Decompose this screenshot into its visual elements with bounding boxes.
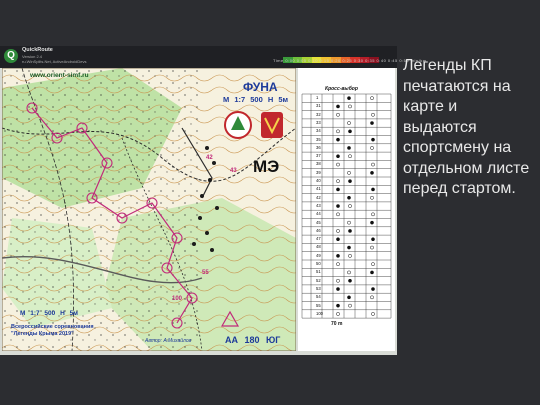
descriptions-title: Кросс-выбор xyxy=(325,86,358,92)
map-author: Автор: А.Михайлов xyxy=(145,338,192,344)
description-row: 33 xyxy=(302,119,392,127)
map-scale-bottom: М 1:7 500 Н 5м xyxy=(20,310,78,317)
control-code: 52 xyxy=(316,277,321,283)
control-code: 33 xyxy=(316,119,321,125)
app-credits: ru.WinSplits.Net, ActiveAndroidDevs xyxy=(22,59,87,64)
description-row: 49 xyxy=(302,252,392,260)
description-row: 50 xyxy=(302,260,392,268)
event-logos xyxy=(221,108,291,148)
description-row: 36 xyxy=(302,144,392,152)
control-code: 41 xyxy=(316,186,321,192)
description-row: 1 xyxy=(302,94,392,102)
control-code: 39 xyxy=(316,169,321,175)
course-code: АА 180 ЮГ xyxy=(225,335,281,345)
control-code: 48 xyxy=(316,244,321,250)
logo-graphics xyxy=(224,111,283,139)
description-row: 53 xyxy=(302,285,392,293)
control-code: 50 xyxy=(316,261,321,266)
control-code: 38 xyxy=(316,161,321,167)
descriptions-footer: 70 m xyxy=(331,321,343,327)
control-code: 54 xyxy=(316,294,321,300)
description-row: 52 xyxy=(302,277,392,285)
control-code: 46 xyxy=(316,227,321,233)
map-title: ФУНА xyxy=(243,80,278,94)
description-row: 38 xyxy=(302,160,392,168)
description-row: 47 xyxy=(302,235,392,243)
description-row: 44 xyxy=(302,210,392,218)
control-code: 40 xyxy=(316,178,321,183)
event-line-1: Всероссийские соревнования xyxy=(11,324,94,330)
slide-caption: Легенды КП печатаются на карте и выдаютс… xyxy=(403,57,530,197)
map-label-42: 42 xyxy=(206,155,213,161)
control-code: 31 xyxy=(316,103,321,109)
event-name: Всероссийские соревнования "Легенды Крым… xyxy=(11,324,94,338)
description-row: 42 xyxy=(302,194,392,202)
control-code: 49 xyxy=(316,252,321,258)
description-row: 32 xyxy=(302,111,392,119)
control-code: 100 xyxy=(316,310,323,316)
control-code: 32 xyxy=(316,111,321,117)
app-title: QuickRoute xyxy=(22,47,53,53)
pace-color-legend xyxy=(283,50,383,63)
control-code: 34 xyxy=(316,128,321,134)
app-subtitle: Version 2.4 ru.WinSplits.Net, ActiveAndr… xyxy=(22,54,86,64)
description-row: 37 xyxy=(302,152,392,160)
control-code: 55 xyxy=(316,302,321,308)
map-url: www.orient-simf.ru xyxy=(30,72,89,79)
map-scale: М 1:7 500 Н 5м xyxy=(223,95,289,104)
description-row: 48 xyxy=(302,243,392,251)
description-row: 35 xyxy=(302,136,392,144)
description-row: 45 xyxy=(302,219,392,227)
control-code: 36 xyxy=(316,144,321,150)
description-row: 55 xyxy=(302,302,392,310)
description-row: 51 xyxy=(302,268,392,276)
app-logo-icon: Q xyxy=(4,49,18,63)
control-code: 43 xyxy=(316,202,321,208)
control-code: 37 xyxy=(316,153,321,159)
map-class-label: МЭ xyxy=(253,157,280,176)
description-row: 100 xyxy=(302,310,392,318)
control-code: 1 xyxy=(316,95,319,100)
description-row: 46 xyxy=(302,227,392,235)
control-code: 47 xyxy=(316,236,321,242)
description-row: 39 xyxy=(302,169,392,177)
map-label-100: 100 xyxy=(172,296,183,302)
control-code: 35 xyxy=(316,136,321,142)
description-row: 34 xyxy=(302,127,392,135)
control-code: 44 xyxy=(316,211,321,217)
control-code: 45 xyxy=(316,219,321,225)
map-label-55: 55 xyxy=(202,270,209,276)
description-row: 43 xyxy=(302,202,392,210)
description-row: 31 xyxy=(302,102,392,110)
control-code: 51 xyxy=(316,269,321,275)
description-row: 54 xyxy=(302,293,392,301)
map-label-43: 43 xyxy=(230,168,237,174)
control-code: 53 xyxy=(316,285,321,291)
description-row: 41 xyxy=(302,185,392,193)
event-line-2: "Легенды Крыма 2019" xyxy=(11,331,74,337)
description-row: 40 xyxy=(302,177,392,185)
control-code: 42 xyxy=(316,194,321,200)
